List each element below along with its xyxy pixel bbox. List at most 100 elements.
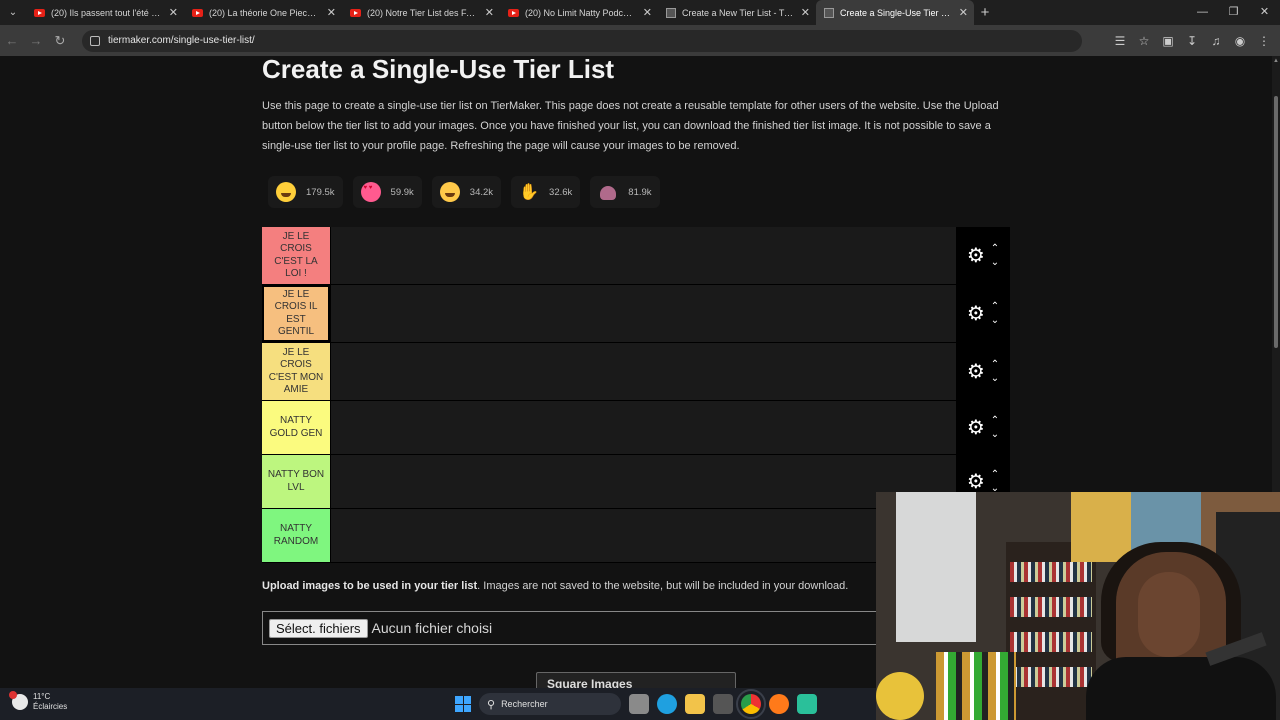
browser-tab[interactable]: (20) Notre Tier List des FAKE N ✕	[342, 0, 500, 25]
weather-widget[interactable]: 11°C Éclaircies	[9, 691, 67, 712]
heart-eyes-icon	[360, 182, 381, 202]
maximize-button[interactable]: ❐	[1218, 0, 1249, 25]
tier-drop-zone[interactable]	[330, 401, 956, 454]
upload-instructions-rest: . Images are not saved to the website, b…	[477, 580, 849, 592]
tier-drop-zone[interactable]	[330, 343, 956, 400]
reaction-button[interactable]: 32.6k	[511, 176, 581, 208]
move-down-icon[interactable]: ⌄	[991, 315, 999, 326]
tier-drop-zone[interactable]	[330, 285, 956, 342]
move-up-icon[interactable]: ⌃	[991, 415, 999, 426]
reaction-count: 59.9k	[390, 186, 414, 198]
gear-icon[interactable]: ⚙	[967, 418, 985, 438]
move-down-icon[interactable]: ⌄	[991, 257, 999, 268]
browser-tab[interactable]: (20) No Limit Natty Podcast - Y ✕	[500, 0, 658, 25]
browser-tab[interactable]: (20) La théorie One Piece qui e ✕	[184, 0, 342, 25]
translate-icon[interactable]: ☰	[1108, 34, 1132, 48]
profile-avatar[interactable]: ◉	[1228, 34, 1252, 48]
tier-label[interactable]: JE LE CROIS C'EST LA LOI !	[262, 227, 330, 284]
move-down-icon[interactable]: ⌄	[991, 429, 999, 440]
extensions-icon[interactable]: ▣	[1156, 34, 1180, 48]
close-tab-icon[interactable]: ✕	[485, 6, 494, 19]
reactions-bar: 179.5k 59.9k 34.2k 32.6k 81.9k	[268, 176, 660, 208]
task-view-icon[interactable]	[629, 694, 649, 714]
close-tab-icon[interactable]: ✕	[327, 6, 336, 19]
tier-label[interactable]: NATTY GOLD GEN	[262, 401, 330, 454]
reaction-count: 34.2k	[469, 186, 494, 198]
upload-instructions: Upload images to be used in your tier li…	[262, 580, 848, 592]
poop-icon	[598, 182, 618, 202]
gear-icon[interactable]: ⚙	[967, 362, 985, 382]
new-tab-button[interactable]: +	[974, 4, 996, 21]
bookmark-star-icon[interactable]: ☆	[1132, 34, 1156, 48]
image-shape-select[interactable]: Square Images	[536, 672, 736, 688]
firefox-icon[interactable]	[769, 694, 789, 714]
tier-controls: ⚙ ⌃ ⌄	[956, 285, 1010, 342]
edge-icon[interactable]	[657, 694, 677, 714]
webcam-bottles	[936, 652, 1016, 720]
minimize-button[interactable]: —	[1187, 0, 1218, 25]
forward-button[interactable]: →	[24, 33, 48, 48]
taskbar-search[interactable]: ⚲ Rechercher	[479, 693, 621, 715]
scroll-up-icon[interactable]: ▲	[1273, 58, 1279, 64]
tier-label[interactable]: NATTY BON LVL	[262, 455, 330, 508]
weather-temperature: 11°C	[33, 692, 51, 701]
chrome-icon[interactable]	[736, 689, 766, 719]
tier-row: JE LE CROIS C'EST LA LOI ! ⚙ ⌃ ⌄	[262, 227, 1010, 285]
webcam-overlay	[876, 492, 1280, 720]
move-up-icon[interactable]: ⌃	[991, 301, 999, 312]
tab-search-button[interactable]: ⌄	[0, 0, 26, 25]
move-up-icon[interactable]: ⌃	[991, 359, 999, 370]
reaction-button[interactable]: 179.5k	[268, 176, 343, 208]
file-upload-field[interactable]: Sélect. fichiers Aucun fichier choisi	[262, 611, 882, 645]
scrollbar-thumb[interactable]	[1274, 96, 1278, 348]
browser-toolbar: ← → ↻ tiermaker.com/single-use-tier-list…	[0, 25, 1280, 56]
tier-drop-zone[interactable]	[330, 509, 956, 562]
menu-icon[interactable]: ⋮	[1252, 34, 1276, 48]
tab-title: (20) No Limit Natty Podcast - Y	[525, 7, 637, 18]
grinning-face-icon	[276, 182, 296, 202]
app-icon[interactable]	[797, 694, 817, 714]
reaction-button[interactable]: 81.9k	[590, 176, 660, 208]
close-tab-icon[interactable]: ✕	[959, 6, 968, 19]
browser-tab[interactable]: Create a New Tier List - TierMa ✕	[658, 0, 816, 25]
address-bar[interactable]: tiermaker.com/single-use-tier-list/	[82, 29, 1082, 52]
close-tab-icon[interactable]: ✕	[643, 6, 652, 19]
reload-button[interactable]: ↻	[48, 33, 72, 49]
webcam-poster	[1071, 492, 1131, 562]
choose-files-button[interactable]: Sélect. fichiers	[269, 618, 368, 638]
webcam-yellow-ball	[876, 672, 924, 720]
site-info-icon[interactable]	[90, 35, 100, 46]
reaction-count: 32.6k	[549, 186, 573, 198]
media-icon[interactable]: ♫	[1204, 34, 1228, 48]
youtube-icon	[192, 8, 203, 17]
move-up-icon[interactable]: ⌃	[991, 243, 999, 254]
close-tab-icon[interactable]: ✕	[169, 6, 178, 19]
search-icon: ⚲	[487, 698, 496, 711]
tier-drop-zone[interactable]	[330, 227, 956, 284]
tier-label[interactable]: JE LE CROIS C'EST MON AMIE	[262, 343, 330, 400]
store-icon[interactable]	[713, 694, 733, 714]
gear-icon[interactable]: ⚙	[967, 246, 985, 266]
reaction-button[interactable]: 34.2k	[431, 176, 502, 208]
move-up-icon[interactable]: ⌃	[991, 469, 999, 480]
browser-tab[interactable]: Create a Single-Use Tier List (P ✕	[816, 0, 974, 25]
raised-hands-icon	[519, 182, 539, 202]
gear-icon[interactable]: ⚙	[967, 304, 985, 324]
reaction-button[interactable]: 59.9k	[352, 176, 422, 208]
tier-label[interactable]: NATTY RANDOM	[262, 509, 330, 562]
tiermaker-icon	[824, 7, 834, 18]
close-window-button[interactable]: ✕	[1249, 0, 1280, 25]
start-button-icon[interactable]	[455, 696, 471, 712]
url-text: tiermaker.com/single-use-tier-list/	[108, 35, 255, 46]
browser-tab[interactable]: (20) Ils passent tout l'été dans l ✕	[26, 0, 184, 25]
close-tab-icon[interactable]: ✕	[801, 6, 810, 19]
file-explorer-icon[interactable]	[685, 694, 705, 714]
move-down-icon[interactable]: ⌄	[991, 373, 999, 384]
tier-drop-zone[interactable]	[330, 455, 956, 508]
gear-icon[interactable]: ⚙	[967, 472, 985, 492]
tier-controls: ⚙ ⌃ ⌄	[956, 227, 1010, 284]
back-button[interactable]: ←	[0, 33, 24, 48]
tier-label[interactable]: JE LE CROIS IL EST GENTIL	[262, 285, 330, 342]
webcam-bookshelf	[1006, 542, 1096, 720]
download-icon[interactable]: ↧	[1180, 34, 1204, 48]
